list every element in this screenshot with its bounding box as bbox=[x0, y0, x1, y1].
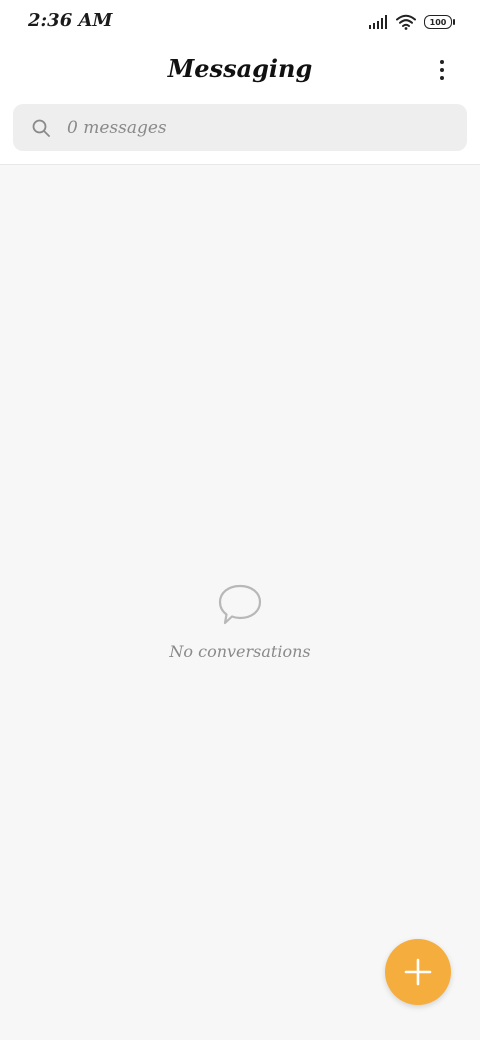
plus-icon bbox=[404, 958, 432, 986]
chat-bubble-icon bbox=[218, 584, 262, 625]
status-time: 2:36 AM bbox=[28, 10, 113, 31]
empty-state-text: No conversations bbox=[169, 642, 311, 661]
empty-state: No conversations bbox=[0, 580, 480, 661]
battery-level: 100 bbox=[429, 17, 447, 27]
search-icon bbox=[32, 119, 50, 137]
top-area: 2:36 AM 100 Messaging 0 messages bbox=[0, 0, 480, 165]
title-bar: Messaging bbox=[0, 44, 480, 96]
search-bar[interactable] bbox=[13, 104, 467, 151]
search-input[interactable] bbox=[65, 116, 429, 139]
battery-icon: 100 bbox=[424, 15, 455, 29]
wifi-icon bbox=[396, 14, 416, 30]
page-title: Messaging bbox=[167, 54, 313, 83]
status-icons: 100 bbox=[368, 12, 455, 32]
signal-icon bbox=[369, 15, 387, 29]
new-conversation-button[interactable] bbox=[385, 939, 451, 1005]
more-options-button[interactable] bbox=[430, 56, 454, 84]
status-bar: 2:36 AM 100 bbox=[0, 0, 480, 44]
messaging-screen: 2:36 AM 100 Messaging 0 messages No conv… bbox=[0, 0, 480, 1040]
more-vertical-icon bbox=[440, 60, 444, 64]
